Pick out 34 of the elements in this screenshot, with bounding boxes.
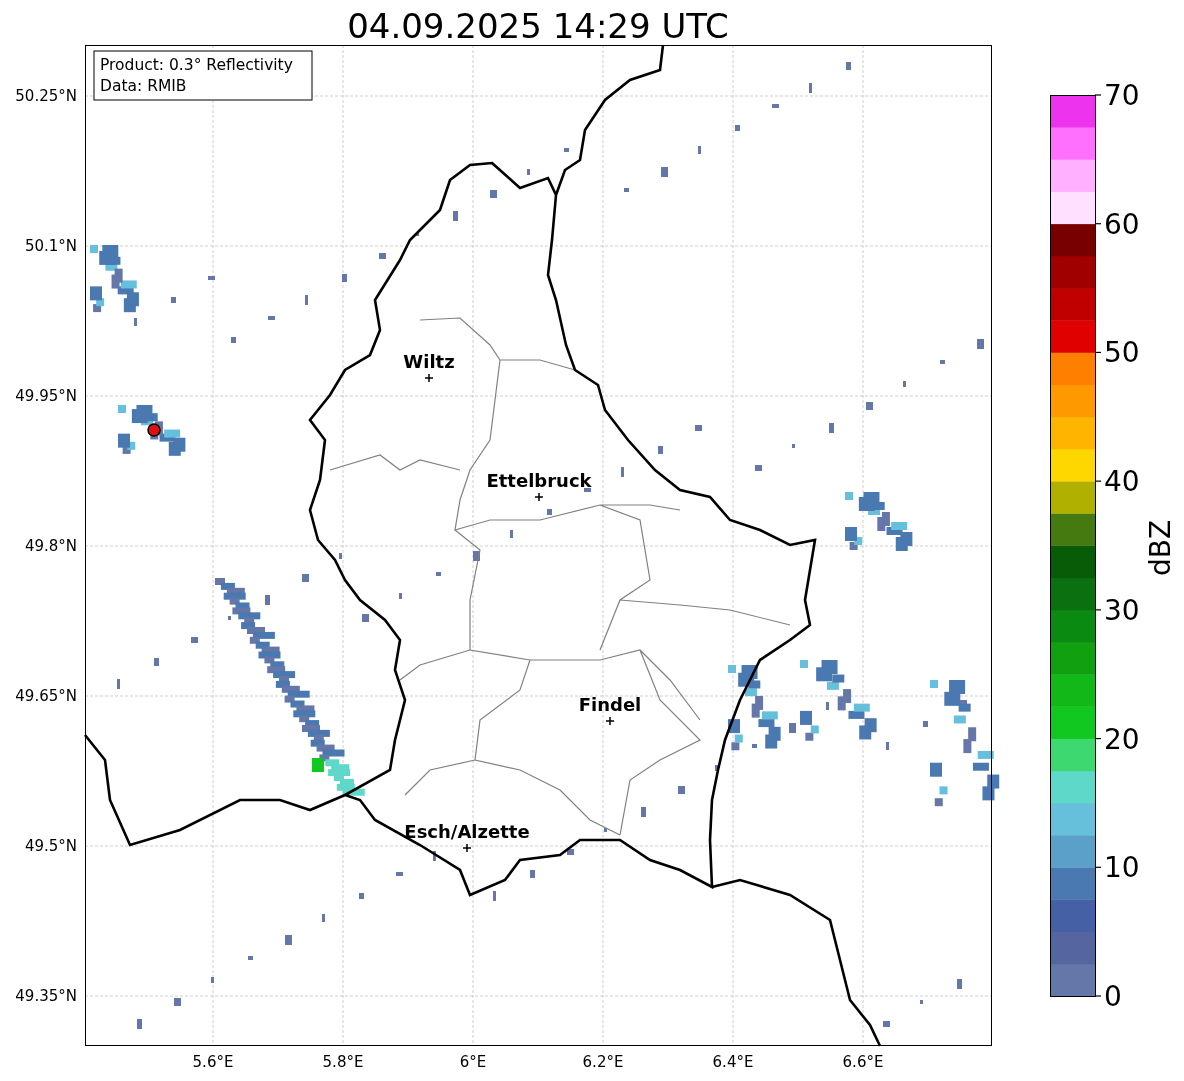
x-tick-label: 5.8°E xyxy=(322,1053,364,1071)
city-marker-icon xyxy=(462,843,472,853)
info-text: Data: RMIB xyxy=(100,77,187,95)
radar-site-icon xyxy=(147,423,161,437)
x-tick-label: 6°E xyxy=(459,1053,487,1071)
x-tick-label: 6.4°E xyxy=(712,1053,754,1071)
city-marker-icon xyxy=(424,373,434,383)
y-tick-label: 49.5°N xyxy=(24,837,77,855)
x-tick-label: 5.6°E xyxy=(192,1053,234,1071)
y-tick-label: 49.65°N xyxy=(15,687,77,705)
city-marker-icon xyxy=(605,716,615,726)
city-label: Ettelbruck xyxy=(486,470,592,491)
info-text: Product: 0.3° Reflectivity xyxy=(100,56,293,74)
city-label: Findel xyxy=(578,694,642,715)
y-tick-label: 50.1°N xyxy=(24,237,77,255)
colorbar-tick-label: 60 xyxy=(1104,207,1140,241)
y-tick-label: 49.8°N xyxy=(24,537,77,555)
colorbar-tick-label: 50 xyxy=(1104,336,1140,370)
x-tick-label: 6.2°E xyxy=(582,1053,624,1071)
colorbar-tick-label: 40 xyxy=(1104,465,1140,499)
colorbar-tick-label: 0 xyxy=(1104,980,1122,1013)
x-tick-label: 6.6°E xyxy=(842,1053,884,1071)
city-marker-icon xyxy=(534,492,544,502)
colorbar-tick-label: 30 xyxy=(1104,593,1140,627)
city-label: Esch/Alzette xyxy=(404,821,530,842)
colorbar-tick-label: 10 xyxy=(1104,851,1140,885)
y-tick-label: 49.35°N xyxy=(15,987,77,1005)
colorbar-label: dBZ xyxy=(1144,519,1177,577)
colorbar-tick-label: 70 xyxy=(1104,79,1140,112)
chart-title: 04.09.2025 14:29 UTC xyxy=(347,6,729,46)
y-tick-label: 50.25°N xyxy=(15,87,77,105)
colorbar-tick-label: 20 xyxy=(1104,722,1140,756)
city-label: Wiltz xyxy=(403,351,455,372)
y-tick-label: 49.95°N xyxy=(15,387,77,405)
